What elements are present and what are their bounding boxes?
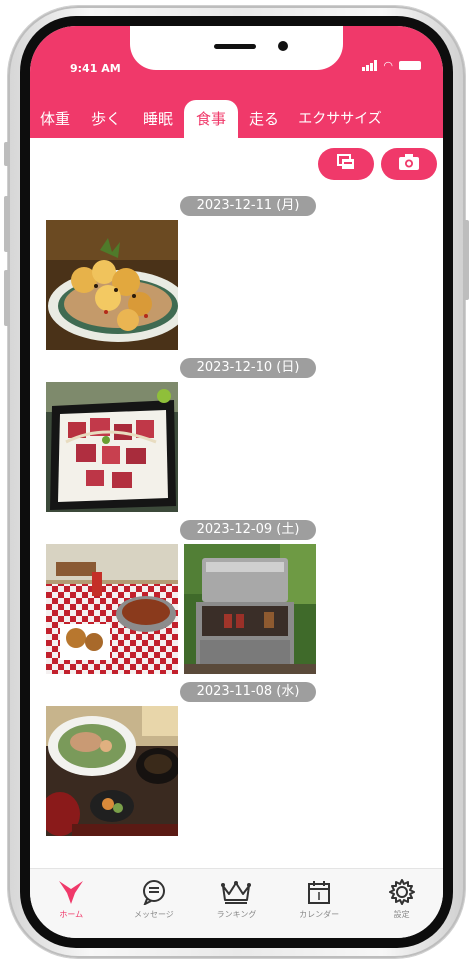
tab-run[interactable]: 走る: [238, 100, 290, 138]
tabbar-label: ランキング: [216, 910, 257, 919]
battery-icon: [399, 61, 421, 70]
tabbar-messages[interactable]: メッセージ: [114, 869, 194, 938]
gallery-icon: [336, 153, 356, 175]
tabbar-settings[interactable]: 設定: [362, 869, 442, 938]
front-camera: [278, 41, 288, 51]
date-pill: 2023-11-08 (水): [180, 682, 316, 702]
power-button: [463, 220, 469, 300]
tabbar-calendar[interactable]: カレンダー: [279, 869, 359, 938]
tabbar-label: メッセージ: [133, 910, 174, 919]
calendar-icon: [279, 877, 359, 907]
status-icons: ◠: [362, 60, 421, 71]
tab-meal[interactable]: 食事: [184, 100, 238, 138]
tabbar-ranking[interactable]: ランキング: [196, 869, 276, 938]
tab-sleep[interactable]: 睡眠: [132, 100, 184, 138]
date-pill: 2023-12-09 (土): [180, 520, 316, 540]
tabbar-label: カレンダー: [299, 910, 340, 919]
meal-photo[interactable]: [46, 382, 178, 512]
tabbar-label: ホーム: [59, 910, 84, 919]
signal-icon: [362, 60, 378, 71]
volume-up-button: [4, 196, 10, 252]
app-header: 9:41 AM ◠ 体重 歩く 睡眠 食事 走る エクササイズ: [30, 26, 443, 138]
date-pill: 2023-12-11 (月): [180, 196, 316, 216]
volume-down-button: [4, 270, 10, 326]
crown-icon: [196, 877, 276, 907]
bottom-tab-bar: ホーム メッセージ ランキング カレンダー 設定: [30, 868, 443, 938]
app-screen: 9:41 AM ◠ 体重 歩く 睡眠 食事 走る エクササイズ 2023-12-…: [30, 26, 443, 938]
meal-photo[interactable]: [46, 220, 178, 350]
message-icon: [114, 877, 194, 907]
meal-photo[interactable]: [46, 544, 178, 674]
tab-walk[interactable]: 歩く: [80, 100, 132, 138]
wifi-icon: ◠: [383, 59, 393, 72]
tabbar-home[interactable]: ホーム: [31, 869, 111, 938]
mute-switch: [4, 142, 10, 166]
home-icon: [31, 877, 111, 907]
tab-exercise[interactable]: エクササイズ: [290, 100, 390, 138]
notch: [130, 26, 343, 70]
meal-photo[interactable]: [184, 544, 316, 674]
camera-button[interactable]: [381, 148, 437, 180]
meal-photo[interactable]: [46, 706, 178, 836]
camera-icon: [398, 153, 420, 175]
gear-icon: [362, 877, 442, 907]
gallery-button[interactable]: [318, 148, 374, 180]
category-tabs: 体重 歩く 睡眠 食事 走る エクササイズ: [30, 100, 443, 138]
speaker-grille: [214, 44, 256, 49]
tab-weight[interactable]: 体重: [30, 100, 80, 138]
tabbar-label: 設定: [393, 910, 410, 919]
status-time: 9:41 AM: [70, 62, 121, 75]
date-pill: 2023-12-10 (日): [180, 358, 316, 378]
